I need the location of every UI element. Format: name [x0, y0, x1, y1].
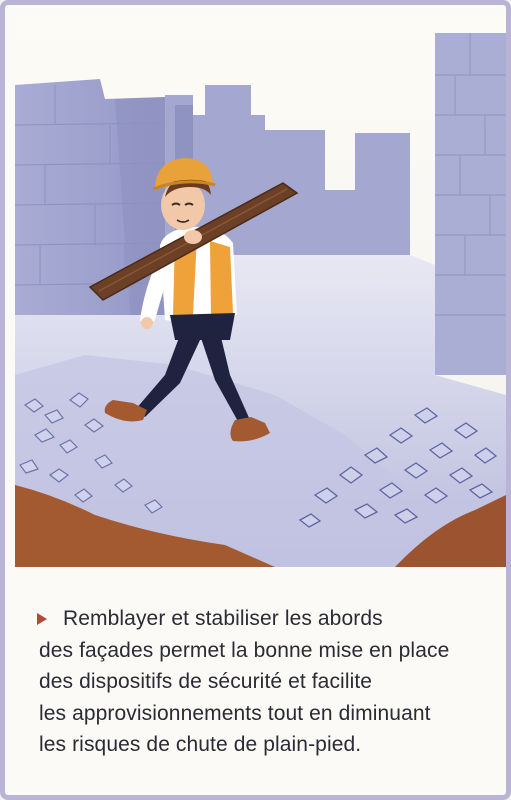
caption-line-4: les approvisionnements tout en diminuant — [39, 701, 431, 725]
construction-site-illustration — [15, 15, 506, 567]
worker-carrying-plank-illustration — [15, 15, 506, 567]
worker-hand — [141, 317, 153, 329]
caption-line-3: des dispositifs de sécurité et facilite — [39, 670, 373, 693]
right-wall — [435, 33, 506, 375]
info-card: Remblayer et stabiliser les abords des f… — [0, 0, 511, 800]
worker-hand-on-plank — [184, 230, 202, 244]
worker-vest-right — [210, 241, 233, 317]
worker-trousers — [170, 313, 235, 340]
caption-line-1: Remblayer et stabiliser les abords — [63, 607, 383, 630]
caption-text: Remblayer et stabiliser les abords des f… — [39, 603, 499, 761]
caption-line-5: les risques de chute de plain-pied. — [39, 733, 362, 756]
left-wall — [15, 79, 166, 315]
caption-line-2: des façades permet la bonne mise en plac… — [39, 638, 450, 662]
